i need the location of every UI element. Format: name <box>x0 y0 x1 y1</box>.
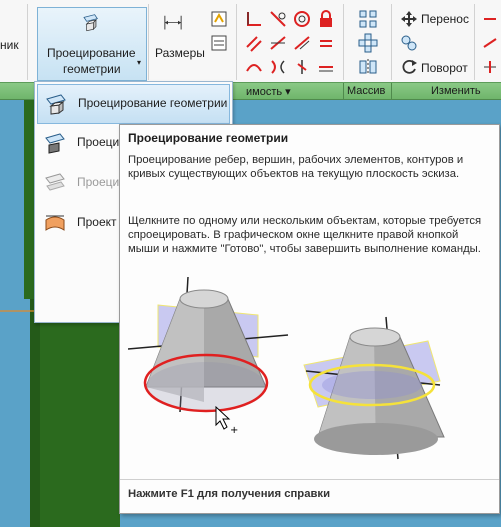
project-geometry-label-line1: Проецирование <box>47 46 136 60</box>
copy-icon[interactable] <box>399 33 419 53</box>
modify-panel-title[interactable]: Изменить <box>431 85 481 97</box>
perpendicular-icon[interactable] <box>244 9 264 29</box>
project-to-3d-sketch-icon <box>43 212 67 234</box>
project-flat-pattern-icon <box>43 172 67 194</box>
horizontal-icon[interactable] <box>316 57 336 77</box>
tooltip-divider <box>120 479 499 480</box>
tooltip-illustration: + <box>128 277 445 460</box>
dropdown-item-project-geometry[interactable]: Проецирование геометрии <box>37 84 230 124</box>
tooltip-description: Проецирование ребер, вершин, рабочих эле… <box>128 154 464 180</box>
rotate-icon[interactable] <box>399 57 419 77</box>
constrain-panel-title[interactable]: имость ▾ <box>246 85 291 98</box>
project-geometry-label-line2: геометрии <box>63 62 121 76</box>
lock-icon[interactable] <box>316 9 336 29</box>
smooth-icon[interactable] <box>244 57 264 77</box>
svg-text:+: + <box>230 425 238 436</box>
dimension-label: Размеры <box>155 46 205 60</box>
concentric-icon[interactable] <box>292 9 312 29</box>
trim-icon[interactable] <box>480 9 496 29</box>
project-cut-edges-icon <box>43 132 67 154</box>
tooltip-help-hint: Нажмите F1 для получения справки <box>128 488 331 500</box>
array-panel-title[interactable]: Массив <box>347 85 385 97</box>
mirror-icon[interactable] <box>358 57 378 77</box>
ribbon: ник Проецирование геометрии ▾ Размеры Пе… <box>0 0 501 83</box>
split-icon[interactable] <box>480 57 496 77</box>
move-label[interactable]: Перенос <box>421 12 469 26</box>
rectangular-array-icon[interactable] <box>358 9 378 29</box>
chevron-down-icon[interactable]: ▾ <box>137 58 141 67</box>
equal-icon[interactable] <box>316 33 336 53</box>
extend-icon[interactable] <box>480 33 497 53</box>
partial-ribbon-label: ник <box>0 38 19 52</box>
collinear-icon[interactable] <box>292 33 312 53</box>
symmetric-icon[interactable] <box>268 57 288 77</box>
parallel-icon[interactable] <box>244 33 264 53</box>
vertical-icon[interactable] <box>292 57 312 77</box>
project-geometry-button[interactable]: Проецирование геометрии ▾ <box>37 7 147 81</box>
coincident-icon[interactable] <box>268 33 288 53</box>
tangent-icon[interactable] <box>268 9 288 29</box>
project-geometry-icon <box>44 93 68 115</box>
dimension-button[interactable]: Размеры <box>152 7 206 69</box>
auto-dimension-icon[interactable] <box>209 9 229 29</box>
command-tooltip: Проецирование геометрии Проецирование ре… <box>119 124 500 514</box>
project-geometry-icon <box>80 12 106 42</box>
rotate-label[interactable]: Поворот <box>421 61 468 75</box>
move-icon[interactable] <box>399 9 419 29</box>
circular-array-icon[interactable] <box>358 33 378 53</box>
tooltip-instructions: Щелкните по одному или нескольким объект… <box>128 215 482 255</box>
dropdown-item-label: Проецирование геометрии <box>78 96 228 110</box>
tooltip-title: Проецирование геометрии <box>128 131 289 145</box>
show-constraints-icon[interactable] <box>209 33 229 53</box>
dimension-icon <box>163 12 195 40</box>
